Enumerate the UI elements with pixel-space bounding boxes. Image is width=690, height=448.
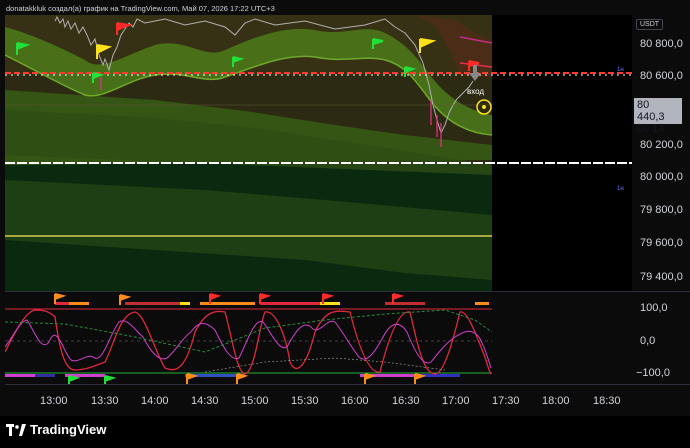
osc-label: 0,0 (640, 335, 656, 347)
osc-label: 100,0 (640, 302, 668, 314)
svg-text:1н: 1н (617, 186, 624, 192)
brand-name: TradingView (30, 422, 107, 437)
time-label: 14:00 (141, 395, 169, 407)
current-price-tag: 80 440,3 00:14 (634, 98, 682, 135)
chart-author-caption: donatakkluk создал(а) график на TradingV… (6, 4, 275, 13)
oscillator-svg (5, 292, 632, 384)
tradingview-logo-icon (6, 423, 26, 436)
future-area-bg (492, 15, 632, 292)
time-label: 14:30 (191, 395, 219, 407)
time-label: 17:30 (492, 395, 520, 407)
price-label: 79 600,0 (640, 237, 683, 249)
time-label: 15:00 (241, 395, 269, 407)
time-label: 18:00 (542, 395, 570, 407)
price-label: 80 800,0 (640, 38, 683, 50)
bar-countdown: 00:14 (637, 123, 665, 135)
price-chart-svg: вход 1н 1н (5, 15, 632, 292)
osc-label: −100,0 (636, 367, 670, 379)
price-pane[interactable]: вход 1н 1н (5, 15, 632, 292)
current-price: 80 440,3 (637, 99, 665, 123)
currency-badge[interactable]: USDT (636, 19, 664, 30)
time-label: 13:30 (91, 395, 119, 407)
time-label: 16:00 (341, 395, 369, 407)
time-label: 13:00 (40, 395, 68, 407)
entry-label: вход (467, 87, 484, 96)
svg-text:1н: 1н (617, 67, 624, 73)
price-label: 79 800,0 (640, 204, 683, 216)
price-label: 79 400,0 (640, 271, 683, 283)
price-label: 80 600,0 (640, 70, 683, 82)
oscillator-pane[interactable] (5, 292, 632, 384)
price-label: 80 200,0 (640, 139, 683, 151)
time-label: 17:00 (442, 395, 470, 407)
chart-frame: donatakkluk создал(а) график на TradingV… (0, 0, 690, 448)
time-label: 15:30 (291, 395, 319, 407)
price-label: 80 000,0 (640, 171, 683, 183)
time-label: 18:30 (593, 395, 621, 407)
time-label: 16:30 (392, 395, 420, 407)
tradingview-logo[interactable]: TradingView (6, 422, 106, 437)
